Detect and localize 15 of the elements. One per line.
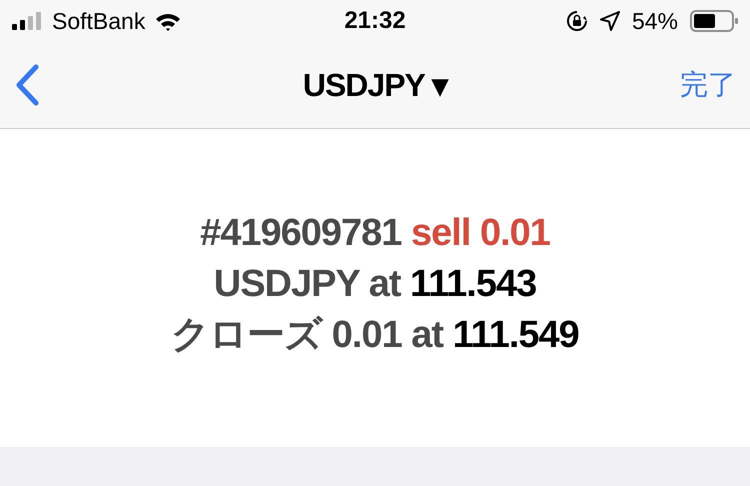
symbol-selector[interactable]: USDJPY ▾: [302, 66, 448, 104]
wifi-icon: [155, 12, 182, 30]
order-detail-line: USDJPY at 111.543: [214, 262, 536, 306]
status-time: 21:32: [344, 7, 406, 35]
back-chevron-icon: [14, 64, 40, 106]
signal-icon: [12, 12, 42, 30]
back-button[interactable]: [14, 64, 40, 106]
location-arrow-icon: [600, 11, 620, 31]
battery-percent: 54%: [632, 8, 678, 34]
done-button[interactable]: 完了: [680, 66, 736, 104]
order-detail-line: クローズ 0.01 at 111.549: [171, 312, 579, 358]
battery-icon: [690, 10, 738, 32]
rotation-lock-icon: [566, 10, 588, 32]
order-detail-line: #419609781 sell 0.01: [200, 210, 550, 256]
carrier-name: SoftBank: [52, 8, 146, 34]
